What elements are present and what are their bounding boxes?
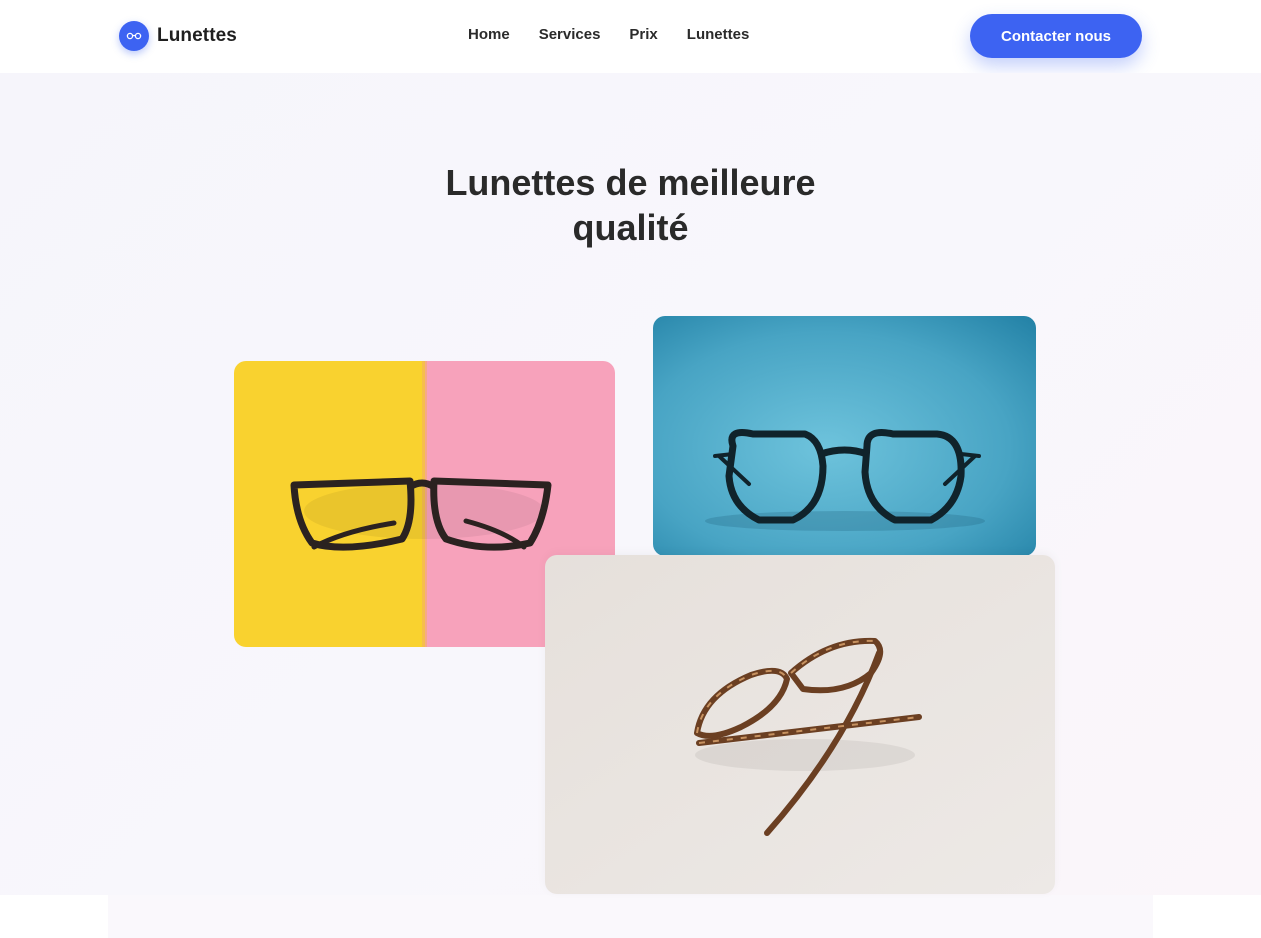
site-header: Lunettes Home Services Prix Lunettes Con… — [0, 0, 1261, 73]
black-glasses-on-blue-image — [653, 316, 1036, 556]
main-nav: Home Services Prix Lunettes — [468, 26, 749, 43]
contact-button[interactable]: Contacter nous — [970, 14, 1142, 58]
nav-item-lunettes[interactable]: Lunettes — [687, 26, 750, 43]
nav-item-prix[interactable]: Prix — [629, 26, 657, 43]
tortoiseshell-glasses-on-beige-image — [545, 555, 1055, 894]
nav-item-home[interactable]: Home — [468, 26, 510, 43]
hero-title-line-2: qualité — [572, 207, 689, 248]
next-section-edge — [108, 895, 1153, 938]
brand[interactable]: Lunettes — [119, 20, 237, 51]
hero-title: Lunettes de meilleure qualité — [380, 160, 881, 250]
nav-item-services[interactable]: Services — [539, 26, 601, 43]
hero-title-line-1: Lunettes de meilleure — [445, 162, 816, 203]
glasses-icon — [119, 20, 149, 51]
brand-name: Lunettes — [157, 24, 237, 46]
